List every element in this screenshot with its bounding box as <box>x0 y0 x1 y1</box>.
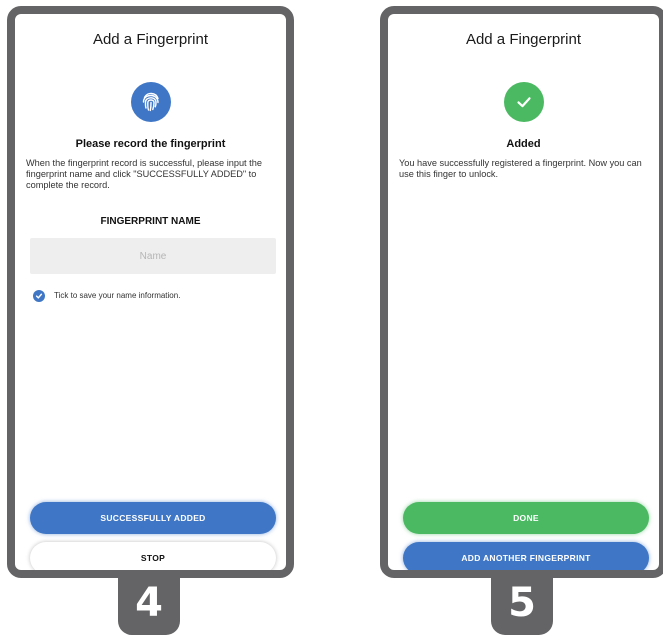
success-check-icon <box>503 82 544 122</box>
add-another-fingerprint-button[interactable]: ADD ANOTHER FINGERPRINT <box>403 542 649 570</box>
success-message: You have successfully registered a finge… <box>399 158 642 179</box>
record-heading: Please record the fingerprint <box>75 138 226 150</box>
step-number-badge: 4 <box>118 573 180 635</box>
added-heading: Added <box>506 138 541 150</box>
instructions-text: When the fingerprint record is successfu… <box>26 158 262 190</box>
step-number-badge: 5 <box>491 573 553 635</box>
phone-frame-step-4: Add a Fingerprint Please record the fing… <box>7 6 294 578</box>
save-name-checkbox[interactable] <box>33 290 45 302</box>
fingerprint-icon <box>130 82 171 122</box>
screen-title: Add a Fingerprint <box>465 31 582 48</box>
screen-title: Add a Fingerprint <box>92 31 209 48</box>
phone-frame-step-5: Add a Fingerprint Added You have success… <box>380 6 663 578</box>
successfully-added-button[interactable]: SUCCESSFULLY ADDED <box>30 502 276 534</box>
done-button[interactable]: DONE <box>403 502 649 534</box>
save-name-label: Tick to save your name information. <box>54 291 181 300</box>
stop-button[interactable]: STOP <box>30 542 276 570</box>
checkmark-icon <box>35 293 43 299</box>
fingerprint-name-input[interactable] <box>30 238 276 274</box>
fingerprint-name-heading: FINGERPRINT NAME <box>100 216 201 227</box>
